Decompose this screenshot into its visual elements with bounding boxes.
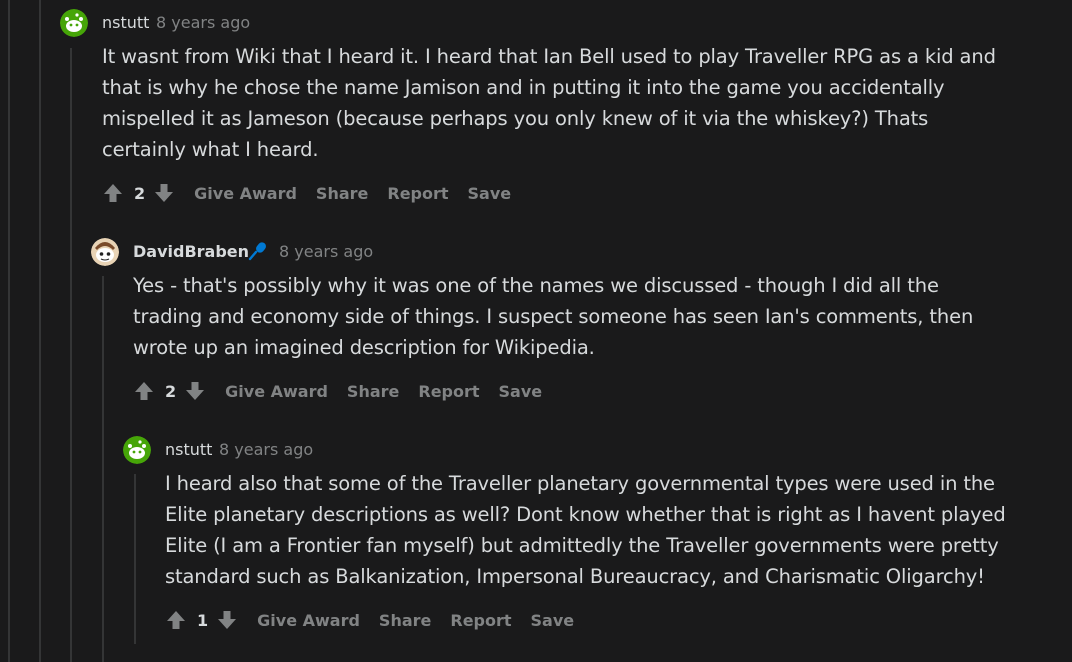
thread-line[interactable] [8,0,10,662]
share-button[interactable]: Share [316,184,368,203]
avatar[interactable] [91,238,119,266]
save-button[interactable]: Save [499,382,543,401]
comment-body: I heard also that some of the Traveller … [165,472,1006,588]
comment-actions: 2 Give Award Share Report Save [102,178,511,208]
downvote-icon[interactable] [184,380,206,402]
username[interactable]: nstutt [102,13,149,32]
report-button[interactable]: Report [418,382,479,401]
save-button[interactable]: Save [468,184,512,203]
upvote-icon[interactable] [102,182,124,204]
timestamp[interactable]: 8 years ago [156,13,250,32]
upvote-icon[interactable] [165,609,187,631]
comment-body: It wasnt from Wiki that I heard it. I he… [102,45,996,161]
vote-score: 2 [134,183,146,203]
thread-line[interactable] [134,474,136,644]
avatar[interactable] [123,436,151,464]
avatar[interactable] [60,9,88,37]
username[interactable]: DavidBraben [133,242,249,261]
share-button[interactable]: Share [379,611,431,630]
give-award-button[interactable]: Give Award [257,611,360,630]
comment-actions: 1 Give Award Share Report Save [165,605,574,635]
thread-line[interactable] [70,48,72,662]
downvote-icon[interactable] [216,609,238,631]
thread-line[interactable] [102,276,104,662]
vote-score: 2 [165,381,177,401]
comment-body: Yes - that's possibly why it was one of … [133,274,974,359]
report-button[interactable]: Report [387,184,448,203]
share-button[interactable]: Share [347,382,399,401]
timestamp[interactable]: 8 years ago [219,440,313,459]
give-award-button[interactable]: Give Award [225,382,328,401]
microphone-icon [247,240,269,262]
thread-line[interactable] [39,0,41,662]
comment-actions: 2 Give Award Share Report Save [133,376,542,406]
report-button[interactable]: Report [450,611,511,630]
username[interactable]: nstutt [165,440,212,459]
vote-score: 1 [197,610,209,630]
save-button[interactable]: Save [531,611,575,630]
upvote-icon[interactable] [133,380,155,402]
give-award-button[interactable]: Give Award [194,184,297,203]
timestamp[interactable]: 8 years ago [279,242,373,261]
downvote-icon[interactable] [153,182,175,204]
